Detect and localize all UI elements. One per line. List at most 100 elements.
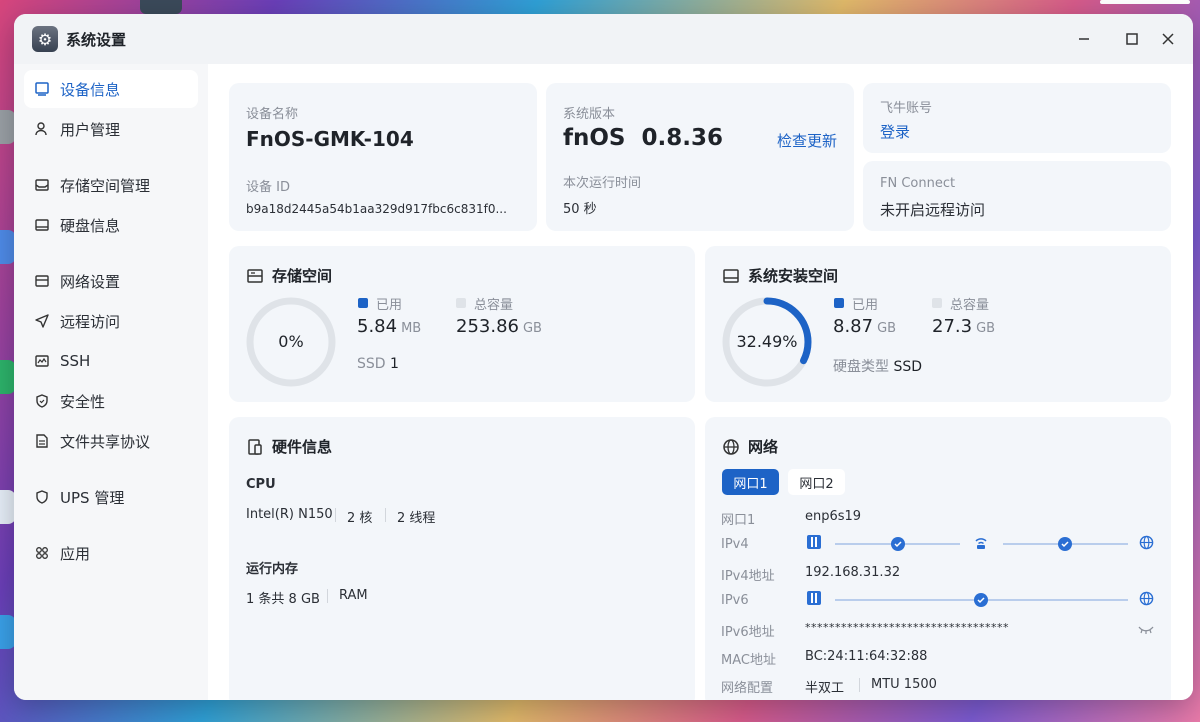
- fn-connect-label: FN Connect: [880, 176, 956, 191]
- title-bar: ⚙ 系统设置: [14, 14, 1193, 64]
- storage-percent: 0%: [278, 332, 304, 351]
- ipv4-address-value: 192.168.31.32: [805, 565, 901, 580]
- sidebar-item-apps[interactable]: 应用: [24, 534, 198, 572]
- settings-window: ⚙ 系统设置 设备信息 用户管理 存储空间管理 硬盘信息 网络设置 远程访问 S…: [14, 14, 1193, 700]
- cpu-cores: 2 核: [347, 511, 373, 526]
- divider: [335, 508, 336, 522]
- system-install-card: 系统安装空间 32.49% 已用 8.87 GB 总容量 27.3 GB 硬盘类型 …: [705, 246, 1171, 402]
- internet-globe-icon: [1139, 591, 1154, 610]
- terminal-icon: [34, 353, 50, 369]
- system-install-total-unit: GB: [976, 321, 996, 336]
- sidebar-item-network[interactable]: 网络设置: [24, 262, 198, 300]
- sidebar-item-device-info[interactable]: 设备信息: [24, 70, 198, 108]
- fn-connect-card: FN Connect 未开启远程访问: [863, 161, 1171, 231]
- system-version: fnOS 0.8.36: [563, 125, 724, 151]
- used-legend-label: 已用: [376, 298, 403, 313]
- system-install-title-text: 系统安装空间: [748, 267, 839, 285]
- hardware-icon: [248, 438, 262, 455]
- mac-label: MAC地址: [721, 653, 776, 668]
- minimize-button[interactable]: [1071, 26, 1097, 52]
- sidebar-item-label: 文件共享协议: [60, 432, 151, 451]
- cpu-label: CPU: [246, 477, 276, 492]
- disk-type-label: 硬盘类型: [833, 359, 889, 375]
- mac-value: BC:24:11:64:32:88: [805, 649, 928, 664]
- check-icon: [974, 593, 988, 607]
- device-id: b9a18d2445a54b1aa329d917fbc6c831f0...: [246, 202, 507, 216]
- sidebar-item-remote[interactable]: 远程访问: [24, 302, 198, 340]
- tab-port-1[interactable]: 网口1: [722, 469, 779, 495]
- sidebar-item-label: UPS 管理: [60, 488, 125, 507]
- shield-icon: [34, 393, 50, 409]
- memory-type: RAM: [339, 588, 368, 603]
- disk-type-label: SSD: [357, 356, 386, 372]
- window-title: 系统设置: [66, 31, 127, 49]
- disk-count: 1: [390, 356, 399, 372]
- user-icon: [34, 121, 50, 137]
- ipv6-address-label: IPv6地址: [721, 625, 775, 640]
- sidebar-item-users[interactable]: 用户管理: [24, 110, 198, 148]
- router-icon: [973, 534, 989, 554]
- system-version-label: 系统版本: [563, 107, 616, 122]
- sidebar-item-label: 网络设置: [60, 272, 121, 291]
- close-button[interactable]: [1155, 26, 1181, 52]
- total-legend-label: 总容量: [950, 298, 990, 313]
- ipv4-address-label: IPv4地址: [721, 569, 775, 584]
- globe-icon: [723, 438, 739, 455]
- network-title-text: 网络: [748, 438, 779, 456]
- sidebar-item-disk[interactable]: 硬盘信息: [24, 206, 198, 244]
- total-legend-dot: [932, 298, 942, 308]
- storage-title: 存储空间: [246, 265, 332, 286]
- storage-total-number: 253.86: [456, 316, 519, 337]
- storage-total-value: 253.86 GB: [456, 316, 542, 337]
- hardware-title-text: 硬件信息: [272, 438, 333, 456]
- sidebar-item-label: 硬盘信息: [60, 216, 121, 235]
- login-link[interactable]: 登录: [880, 121, 910, 142]
- duplex-value: 半双工: [805, 681, 845, 696]
- system-install-title: 系统安装空间: [722, 265, 838, 286]
- device-id-label: 设备 ID: [246, 180, 290, 195]
- sidebar-item-label: SSH: [60, 352, 91, 370]
- device-name-label: 设备名称: [246, 107, 299, 122]
- gear-icon: ⚙: [32, 26, 58, 52]
- main-content: 设备名称 FnOS-GMK-104 设备 ID b9a18d2445a54b1a…: [208, 64, 1193, 700]
- maximize-button[interactable]: [1119, 26, 1145, 52]
- system-install-disk-info: 硬盘类型 SSD: [833, 356, 922, 376]
- tab-port-2[interactable]: 网口2: [788, 469, 845, 495]
- apps-icon: [34, 545, 50, 561]
- disk-type: SSD: [893, 359, 923, 375]
- send-icon: [34, 313, 50, 329]
- sidebar-item-file-sharing[interactable]: 文件共享协议: [24, 422, 198, 460]
- fn-connect-status: 未开启远程访问: [880, 201, 986, 219]
- account-label: 飞牛账号: [880, 101, 933, 116]
- memory-label: 运行内存: [246, 562, 299, 577]
- sidebar-item-ssh[interactable]: SSH: [24, 342, 198, 380]
- network-title: 网络: [722, 436, 778, 457]
- document-icon: [34, 433, 50, 449]
- shield-icon: [34, 489, 50, 505]
- device-name: FnOS-GMK-104: [246, 127, 414, 151]
- total-legend-dot: [456, 298, 466, 308]
- storage-icon: [34, 177, 50, 193]
- disk-icon: [723, 268, 739, 283]
- eye-closed-icon[interactable]: [1137, 621, 1155, 640]
- account-card: 飞牛账号 登录: [863, 83, 1171, 153]
- disk-icon: [34, 217, 50, 233]
- divider: [859, 678, 860, 692]
- port-value: enp6s19: [805, 509, 862, 524]
- storage-disk-info: SSD 1: [357, 356, 399, 372]
- used-legend-label: 已用: [852, 298, 879, 313]
- sidebar-item-security[interactable]: 安全性: [24, 382, 198, 420]
- total-legend-label: 总容量: [474, 298, 514, 313]
- sidebar-item-ups[interactable]: UPS 管理: [24, 478, 198, 516]
- sidebar-item-storage[interactable]: 存储空间管理: [24, 166, 198, 204]
- sidebar-item-label: 用户管理: [60, 120, 121, 139]
- storage-total-unit: GB: [522, 321, 542, 336]
- check-update-link[interactable]: 检查更新: [777, 130, 837, 151]
- desktop-app-icon[interactable]: [140, 0, 182, 14]
- internet-globe-icon: [1139, 535, 1154, 554]
- sidebar-item-label: 存储空间管理: [60, 176, 151, 195]
- system-install-percent: 32.49%: [736, 332, 798, 351]
- system-install-used-value: 8.87 GB: [833, 316, 896, 337]
- network-config-label: 网络配置: [721, 681, 774, 696]
- storage-title-text: 存储空间: [272, 267, 333, 285]
